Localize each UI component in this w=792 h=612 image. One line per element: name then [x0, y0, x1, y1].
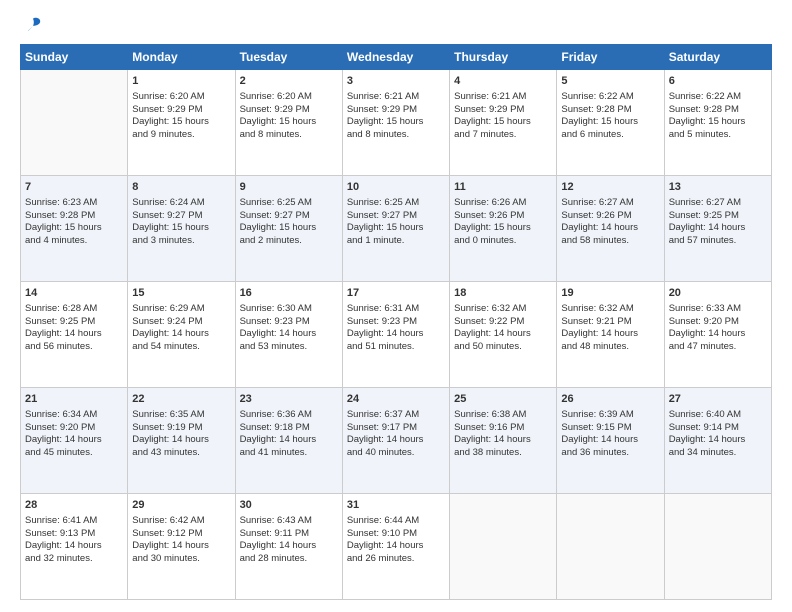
calendar-day-cell: 25Sunrise: 6:38 AMSunset: 9:16 PMDayligh… — [450, 388, 557, 494]
calendar-day-cell: 1Sunrise: 6:20 AMSunset: 9:29 PMDaylight… — [128, 70, 235, 176]
day-number: 16 — [240, 286, 338, 301]
calendar-day-cell: 27Sunrise: 6:40 AMSunset: 9:14 PMDayligh… — [664, 388, 771, 494]
day-number: 5 — [561, 74, 659, 89]
day-number: 20 — [669, 286, 767, 301]
day-number: 6 — [669, 74, 767, 89]
day-number: 30 — [240, 498, 338, 513]
day-number: 12 — [561, 180, 659, 195]
calendar-week-row: 28Sunrise: 6:41 AMSunset: 9:13 PMDayligh… — [21, 494, 772, 600]
day-number: 21 — [25, 392, 123, 407]
calendar-week-row: 1Sunrise: 6:20 AMSunset: 9:29 PMDaylight… — [21, 70, 772, 176]
calendar-day-cell — [664, 494, 771, 600]
calendar-day-cell — [557, 494, 664, 600]
calendar-day-cell: 12Sunrise: 6:27 AMSunset: 9:26 PMDayligh… — [557, 176, 664, 282]
calendar-day-cell: 13Sunrise: 6:27 AMSunset: 9:25 PMDayligh… — [664, 176, 771, 282]
day-number: 24 — [347, 392, 445, 407]
day-number: 18 — [454, 286, 552, 301]
calendar-day-cell: 23Sunrise: 6:36 AMSunset: 9:18 PMDayligh… — [235, 388, 342, 494]
calendar-day-cell: 6Sunrise: 6:22 AMSunset: 9:28 PMDaylight… — [664, 70, 771, 176]
calendar-day-header: Monday — [128, 45, 235, 70]
day-number: 17 — [347, 286, 445, 301]
day-number: 22 — [132, 392, 230, 407]
calendar-day-header: Tuesday — [235, 45, 342, 70]
calendar-day-header: Thursday — [450, 45, 557, 70]
calendar-day-cell: 17Sunrise: 6:31 AMSunset: 9:23 PMDayligh… — [342, 282, 449, 388]
day-number: 25 — [454, 392, 552, 407]
calendar-week-row: 14Sunrise: 6:28 AMSunset: 9:25 PMDayligh… — [21, 282, 772, 388]
day-number: 15 — [132, 286, 230, 301]
calendar-day-cell — [21, 70, 128, 176]
calendar-day-cell: 20Sunrise: 6:33 AMSunset: 9:20 PMDayligh… — [664, 282, 771, 388]
day-number: 23 — [240, 392, 338, 407]
calendar-day-cell: 31Sunrise: 6:44 AMSunset: 9:10 PMDayligh… — [342, 494, 449, 600]
calendar-header-row: SundayMondayTuesdayWednesdayThursdayFrid… — [21, 45, 772, 70]
day-number: 3 — [347, 74, 445, 89]
day-number: 14 — [25, 286, 123, 301]
day-number: 10 — [347, 180, 445, 195]
calendar-day-cell — [450, 494, 557, 600]
day-number: 1 — [132, 74, 230, 89]
page: SundayMondayTuesdayWednesdayThursdayFrid… — [0, 0, 792, 612]
calendar-day-header: Sunday — [21, 45, 128, 70]
calendar-day-cell: 5Sunrise: 6:22 AMSunset: 9:28 PMDaylight… — [557, 70, 664, 176]
calendar-day-cell: 4Sunrise: 6:21 AMSunset: 9:29 PMDaylight… — [450, 70, 557, 176]
calendar-day-cell: 16Sunrise: 6:30 AMSunset: 9:23 PMDayligh… — [235, 282, 342, 388]
calendar-day-header: Wednesday — [342, 45, 449, 70]
calendar-day-cell: 3Sunrise: 6:21 AMSunset: 9:29 PMDaylight… — [342, 70, 449, 176]
day-number: 26 — [561, 392, 659, 407]
calendar-week-row: 7Sunrise: 6:23 AMSunset: 9:28 PMDaylight… — [21, 176, 772, 282]
logo — [20, 16, 44, 34]
logo-bird-icon — [24, 16, 42, 34]
calendar-day-header: Saturday — [664, 45, 771, 70]
day-number: 11 — [454, 180, 552, 195]
calendar-day-cell: 26Sunrise: 6:39 AMSunset: 9:15 PMDayligh… — [557, 388, 664, 494]
day-number: 2 — [240, 74, 338, 89]
calendar-week-row: 21Sunrise: 6:34 AMSunset: 9:20 PMDayligh… — [21, 388, 772, 494]
calendar-day-cell: 9Sunrise: 6:25 AMSunset: 9:27 PMDaylight… — [235, 176, 342, 282]
calendar-day-header: Friday — [557, 45, 664, 70]
calendar-day-cell: 29Sunrise: 6:42 AMSunset: 9:12 PMDayligh… — [128, 494, 235, 600]
calendar-day-cell: 19Sunrise: 6:32 AMSunset: 9:21 PMDayligh… — [557, 282, 664, 388]
calendar-day-cell: 11Sunrise: 6:26 AMSunset: 9:26 PMDayligh… — [450, 176, 557, 282]
calendar-day-cell: 18Sunrise: 6:32 AMSunset: 9:22 PMDayligh… — [450, 282, 557, 388]
header — [20, 16, 772, 34]
day-number: 4 — [454, 74, 552, 89]
day-number: 19 — [561, 286, 659, 301]
calendar-day-cell: 10Sunrise: 6:25 AMSunset: 9:27 PMDayligh… — [342, 176, 449, 282]
day-number: 29 — [132, 498, 230, 513]
day-number: 27 — [669, 392, 767, 407]
calendar-day-cell: 8Sunrise: 6:24 AMSunset: 9:27 PMDaylight… — [128, 176, 235, 282]
day-number: 7 — [25, 180, 123, 195]
day-number: 9 — [240, 180, 338, 195]
calendar-table: SundayMondayTuesdayWednesdayThursdayFrid… — [20, 44, 772, 600]
day-number: 13 — [669, 180, 767, 195]
calendar-day-cell: 21Sunrise: 6:34 AMSunset: 9:20 PMDayligh… — [21, 388, 128, 494]
day-number: 31 — [347, 498, 445, 513]
calendar-day-cell: 24Sunrise: 6:37 AMSunset: 9:17 PMDayligh… — [342, 388, 449, 494]
calendar-day-cell: 14Sunrise: 6:28 AMSunset: 9:25 PMDayligh… — [21, 282, 128, 388]
calendar-day-cell: 28Sunrise: 6:41 AMSunset: 9:13 PMDayligh… — [21, 494, 128, 600]
day-number: 8 — [132, 180, 230, 195]
calendar-day-cell: 2Sunrise: 6:20 AMSunset: 9:29 PMDaylight… — [235, 70, 342, 176]
calendar-day-cell: 7Sunrise: 6:23 AMSunset: 9:28 PMDaylight… — [21, 176, 128, 282]
calendar-day-cell: 22Sunrise: 6:35 AMSunset: 9:19 PMDayligh… — [128, 388, 235, 494]
calendar-day-cell: 15Sunrise: 6:29 AMSunset: 9:24 PMDayligh… — [128, 282, 235, 388]
calendar-day-cell: 30Sunrise: 6:43 AMSunset: 9:11 PMDayligh… — [235, 494, 342, 600]
day-number: 28 — [25, 498, 123, 513]
